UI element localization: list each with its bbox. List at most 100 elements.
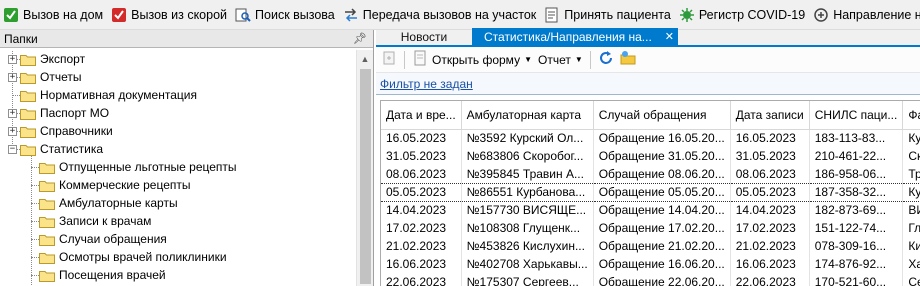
tree-item-label: Амбулаторные карты: [59, 196, 178, 210]
table-cell: Обращение 08.06.20...: [593, 165, 731, 183]
table-cell: Харь: [902, 255, 920, 273]
accept-patient-icon: [544, 7, 560, 23]
table-cell: 31.05.2023: [381, 147, 462, 165]
add-record-button[interactable]: [378, 49, 400, 71]
tree-item[interactable]: Амбулаторные карты: [0, 194, 356, 212]
table-header-row: Дата и вре... Амбулаторная карта Случай об…: [381, 101, 920, 130]
report-label: Отчет: [538, 52, 571, 67]
tab-strip: Новости Статистика/Направления на... ✕: [376, 28, 920, 47]
table-cell: 05.05.2023: [730, 182, 810, 202]
search-call-button[interactable]: Поиск вызова: [233, 3, 340, 27]
table-cell: 16.05.2023: [730, 129, 810, 147]
tree-item[interactable]: + Экспорт: [0, 50, 356, 68]
filter-link[interactable]: Фильтр не задан: [380, 77, 473, 91]
scroll-up-icon[interactable]: ▲: [357, 50, 373, 67]
folder-icon: [20, 89, 36, 102]
close-icon[interactable]: ✕: [665, 30, 674, 43]
table-cell: Обращение 16.06.20...: [593, 255, 731, 273]
document-icon: [412, 50, 428, 69]
folder-star-button[interactable]: [617, 49, 639, 71]
report-button[interactable]: Отчет ▼: [535, 49, 586, 71]
tab-news[interactable]: Новости: [376, 28, 472, 45]
expand-icon[interactable]: +: [8, 108, 17, 118]
tab-statistics-referrals[interactable]: Статистика/Направления на... ✕: [472, 28, 678, 45]
table-cell: 05.05.2023: [381, 182, 462, 202]
tree-item[interactable]: Осмотры врачей поликлиники: [0, 248, 356, 266]
covid-register-label: Регистр COVID-19: [698, 7, 806, 22]
folder-icon: [20, 125, 36, 138]
tree-item[interactable]: Посещения врачей: [0, 266, 356, 284]
expand-icon[interactable]: +: [8, 54, 17, 64]
table-row[interactable]: 14.04.2023 №157730 ВИСЯЩЕ... Обращение 14.…: [381, 201, 920, 219]
column-header[interactable]: Дата записи: [730, 101, 810, 130]
content-area: Новости Статистика/Направления на... ✕ О…: [376, 28, 920, 286]
column-header[interactable]: Фами: [902, 101, 920, 130]
tree-item-label: Отпущенные льготные рецепты: [59, 160, 237, 174]
pin-icon[interactable]: 📌︎: [353, 32, 367, 45]
tree-item[interactable]: Нормативная документация: [0, 86, 356, 104]
tree-item-label: Коммерческие рецепты: [59, 178, 191, 192]
table-cell: Кислу: [902, 237, 920, 255]
table-row[interactable]: 16.05.2023 №3592 Курский Ол... Обращение 1…: [381, 129, 920, 147]
ambulance-call-label: Вызов из скорой: [131, 7, 228, 22]
covid-register-button[interactable]: Регистр COVID-19: [677, 3, 810, 27]
column-header[interactable]: СНИЛС паци...: [809, 101, 904, 130]
tree-item[interactable]: − Статистика: [0, 140, 356, 158]
table-cell: Обращение 17.02.20...: [593, 219, 731, 237]
folder-icon: [39, 179, 55, 192]
ambulance-call-button[interactable]: Вызов из скорой: [109, 3, 232, 27]
table-row[interactable]: 16.06.2023 №402708 Харькавы... Обращение 1…: [381, 255, 920, 273]
tree-item[interactable]: Записи к врачам: [0, 212, 356, 230]
folder-tree: + Экспорт + Отчеты Нормативная документация +…: [0, 50, 356, 286]
table-cell: 183-113-83...: [809, 129, 904, 147]
expand-icon[interactable]: +: [8, 126, 17, 136]
folder-icon: [20, 53, 36, 66]
folder-icon: [20, 71, 36, 84]
tree-item[interactable]: Случаи обращения: [0, 230, 356, 248]
scrollbar-thumb[interactable]: [360, 69, 371, 284]
accept-patient-button[interactable]: Принять пациента: [542, 3, 676, 27]
table-cell: Обращение 21.02.20...: [593, 237, 731, 255]
add-record-icon: [381, 50, 397, 69]
table-row[interactable]: 21.02.2023 №453826 Кислухин... Обращение 2…: [381, 237, 920, 255]
chevron-down-icon: ▼: [574, 55, 583, 64]
table-cell: 14.04.2023: [730, 201, 810, 219]
folder-tree-scrollbar[interactable]: ▲: [356, 50, 373, 286]
column-header[interactable]: Случай обращения: [593, 101, 731, 130]
table-row[interactable]: 31.05.2023 №683806 Скоробог... Обращение 3…: [381, 147, 920, 165]
table-cell: Обращение 14.04.20...: [593, 201, 731, 219]
refresh-button[interactable]: [595, 49, 617, 71]
tree-item[interactable]: + Справочники: [0, 122, 356, 140]
column-header[interactable]: Дата и вре...: [381, 101, 462, 130]
tree-connector: [31, 203, 39, 204]
column-header[interactable]: Амбулаторная карта: [461, 101, 594, 130]
collapse-icon[interactable]: −: [8, 144, 17, 154]
home-call-button[interactable]: Вызов на дом: [1, 3, 108, 27]
tree-item[interactable]: + Отчеты: [0, 68, 356, 86]
folder-icon: [39, 233, 55, 246]
mse-referral-button[interactable]: Направление на МСЭ: [811, 3, 920, 27]
table-cell: 31.05.2023: [730, 147, 810, 165]
tree-item[interactable]: Коммерческие рецепты: [0, 176, 356, 194]
table-cell: 16.06.2023: [730, 255, 810, 273]
table-row[interactable]: 05.05.2023 №86551 Курбанова... Обращение 0…: [381, 182, 920, 202]
main-toolbar: Вызов на дом Вызов из скорой Поиск вызов…: [0, 0, 920, 30]
chevron-down-icon: ▼: [524, 55, 532, 64]
open-form-button[interactable]: Открыть форму ▼: [409, 49, 535, 71]
table-cell: Обращение 16.05.20...: [593, 129, 731, 147]
tree-item-label: Случаи обращения: [59, 232, 167, 246]
table-cell: 187-358-32...: [809, 182, 904, 202]
tree-item-label: Статистика: [40, 142, 104, 156]
table-row[interactable]: 17.02.2023 №108308 Глущенк... Обращение 17…: [381, 219, 920, 237]
expand-icon[interactable]: +: [8, 72, 17, 82]
transfer-calls-button[interactable]: Передача вызовов на участок: [341, 3, 542, 27]
table-cell: №108308 Глущенк...: [461, 219, 594, 237]
tree-item[interactable]: + Паспорт МО: [0, 104, 356, 122]
search-call-icon: [235, 7, 251, 23]
table-cell: 174-876-92...: [809, 255, 904, 273]
table-row[interactable]: 22.06.2023 №175307 Сергеев... Обращение 22…: [381, 273, 920, 286]
table-cell: Обращение 05.05.20...: [593, 182, 731, 202]
folder-icon: [39, 161, 55, 174]
tree-item[interactable]: Отпущенные льготные рецепты: [0, 158, 356, 176]
table-row[interactable]: 08.06.2023 №395845 Травин А... Обращение 0…: [381, 165, 920, 183]
